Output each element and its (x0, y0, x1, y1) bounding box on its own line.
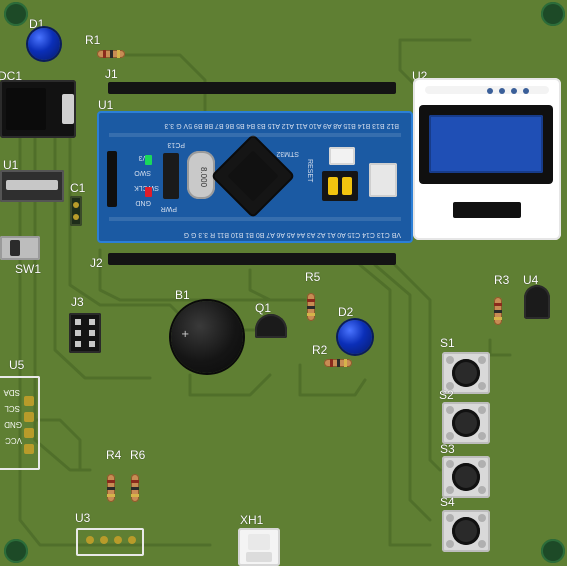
mount-hole-top-left (4, 2, 28, 26)
label-b1: B1 (175, 288, 190, 302)
mount-hole-bottom-right (541, 539, 565, 563)
debug-gnd: GND (135, 199, 151, 206)
bluepill-crystal: 8.000 (187, 151, 215, 199)
label-q1: Q1 (255, 301, 272, 315)
resistor-r1 (97, 50, 125, 58)
sensor-u4 (524, 285, 550, 319)
bluepill-mcu (213, 136, 293, 216)
debug-swo: SWO (134, 169, 151, 176)
pwr-text: PWR (160, 205, 177, 212)
label-j3: J3 (71, 295, 84, 309)
bluepill-bottom-silk: VB C13 C14 C15 A0 A1 A2 A3 A4 A5 A6 A7 B… (183, 231, 401, 238)
bluepill-top-pins (109, 133, 401, 137)
label-u3: U3 (75, 511, 91, 525)
label-r4: R4 (106, 448, 122, 462)
capacitor-c1 (70, 196, 82, 226)
pc13-text: PC13 (167, 141, 185, 148)
label-s2: S2 (439, 388, 454, 402)
reset-text: RESET (306, 159, 313, 183)
bluepill-led-red (145, 187, 152, 197)
resistor-r4 (107, 474, 115, 502)
connector-xh1 (238, 528, 280, 566)
bluepill-top-silk: B12 B13 B14 B15 A8 A9 A10 A11 A12 A15 B3… (164, 122, 399, 129)
header-j1 (108, 82, 396, 94)
dc-jack-dc1 (0, 80, 76, 138)
label-r6: R6 (130, 448, 146, 462)
regulator-u1 (0, 170, 64, 202)
u5-pin-scl: SCL (4, 404, 20, 413)
mcu-text: STM32 (276, 150, 299, 157)
oled-screen (419, 105, 553, 184)
label-j1: J1 (105, 67, 118, 81)
label-u1: U1 (98, 98, 114, 112)
label-r1: R1 (85, 33, 101, 47)
label-j2: J2 (90, 256, 103, 270)
footprint-u3 (76, 528, 144, 556)
bluepill-debug-labels: 3V3 SWO SWCLK GND (107, 151, 159, 207)
mount-hole-bottom-left (4, 539, 28, 563)
resistor-r6 (131, 474, 139, 502)
led-d2 (338, 320, 372, 354)
label-s4: S4 (440, 495, 455, 509)
bluepill-small-ic (163, 153, 179, 199)
button-s4[interactable] (442, 510, 490, 552)
label-xh1: XH1 (240, 513, 264, 527)
oled-u2 (413, 78, 561, 240)
oled-ribbon (453, 202, 521, 218)
led-d1 (28, 28, 60, 60)
label-u5: U5 (9, 358, 25, 372)
resistor-r3 (494, 297, 502, 325)
label-s1: S1 (440, 336, 455, 350)
label-r5: R5 (305, 270, 321, 284)
label-r3: R3 (494, 273, 510, 287)
reset-button[interactable] (329, 147, 355, 165)
button-s2[interactable] (442, 402, 490, 444)
resistor-r5 (307, 293, 315, 321)
mount-hole-top-right (541, 2, 565, 26)
bluepill-bottom-pins (109, 217, 401, 221)
u5-pin-vcc: VCC (5, 436, 22, 445)
switch-sw1[interactable] (0, 236, 40, 260)
boot-jumpers[interactable] (322, 171, 358, 201)
label-sw1: SW1 (15, 262, 42, 276)
u5-pin-gnd: GND (4, 420, 22, 429)
header-j3 (69, 313, 101, 353)
button-s3[interactable] (442, 456, 490, 498)
buzzer-b1: + (171, 301, 243, 373)
transistor-q1 (255, 314, 287, 338)
bluepill-board: B12 B13 B14 B15 A8 A9 A10 A11 A12 A15 B3… (97, 111, 413, 243)
bluepill-usb (369, 163, 397, 197)
u5-pin-sda: SDA (3, 388, 20, 397)
header-j2 (108, 253, 396, 265)
label-d2: D2 (338, 305, 354, 319)
label-c1: C1 (70, 181, 86, 195)
pcb-board: D1 R1 DC1 U1 J1 B12 B13 B14 B15 A8 A9 A1… (0, 0, 567, 566)
resistor-r2 (324, 359, 352, 367)
label-r2: R2 (312, 343, 328, 357)
crystal-text: 8.000 (199, 167, 208, 188)
module-u5: SDA SCL GND VCC (0, 376, 40, 470)
label-s3: S3 (440, 442, 455, 456)
bluepill-led-green (145, 155, 152, 165)
